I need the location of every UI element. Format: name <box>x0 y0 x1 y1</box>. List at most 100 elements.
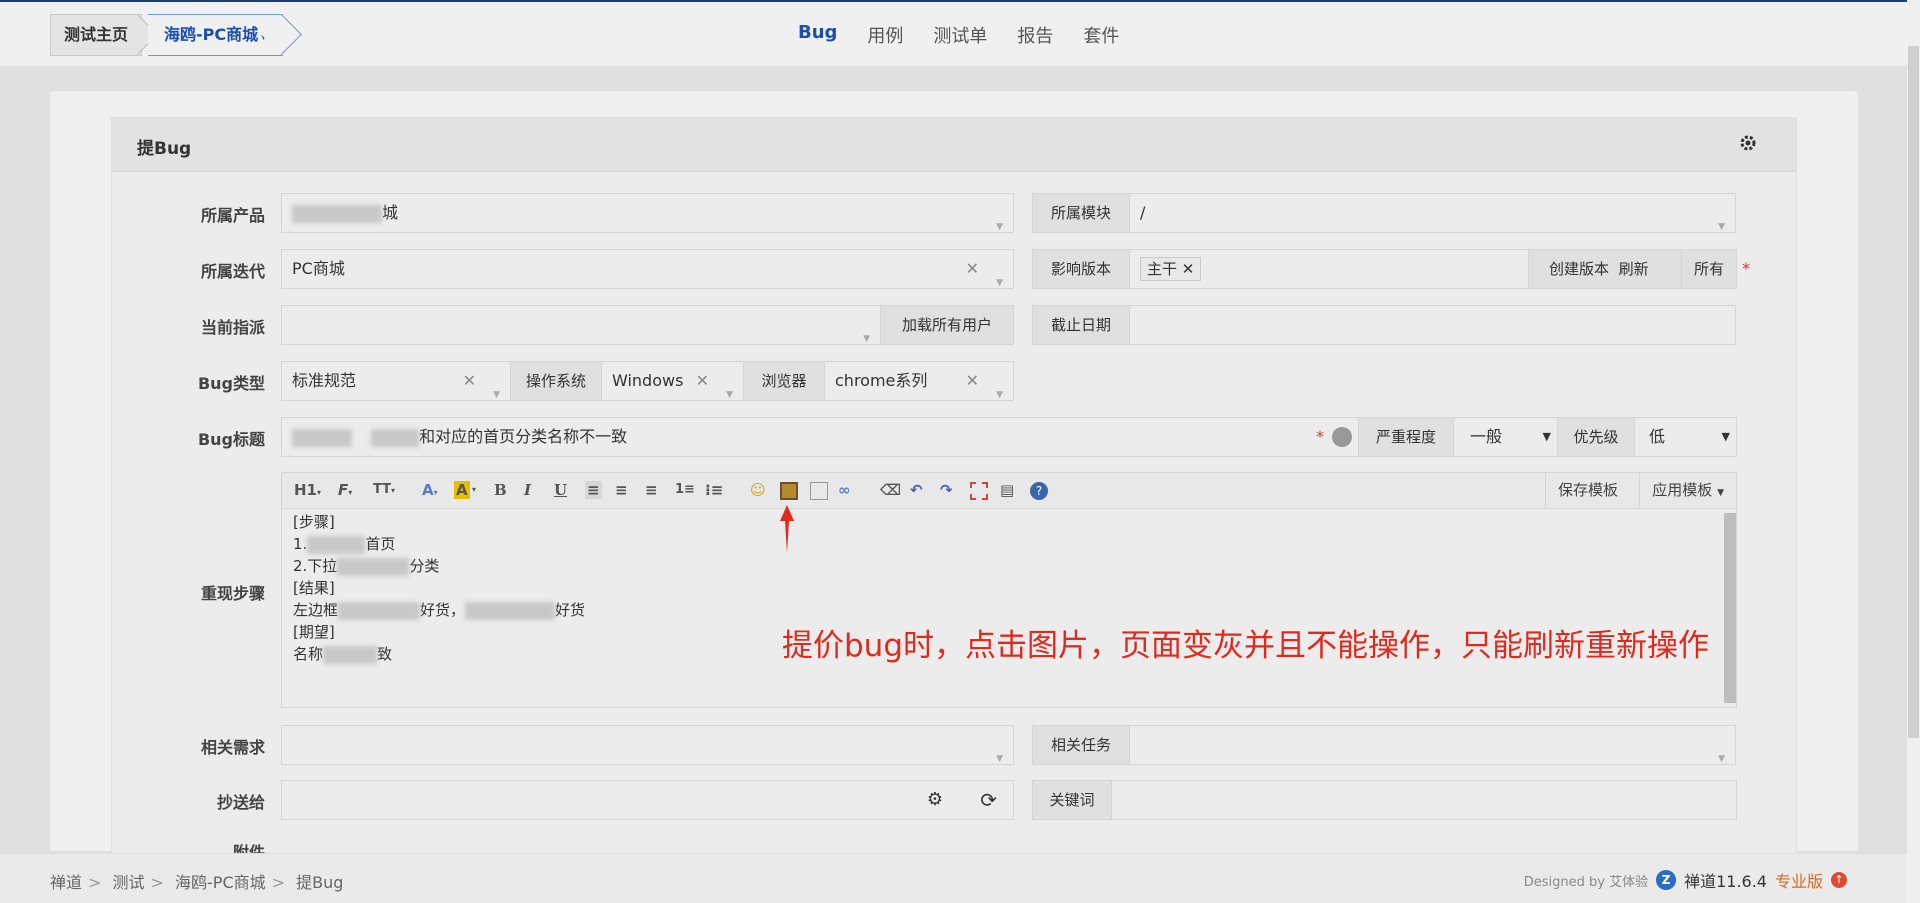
all-versions-button[interactable]: 所有 <box>1681 249 1737 289</box>
redacted-text: x <box>338 601 421 620</box>
bold-icon[interactable]: B <box>494 481 507 499</box>
font-family-button[interactable]: F▾ <box>338 481 352 502</box>
nav-suite[interactable]: 套件 <box>1083 22 1119 48</box>
editor-line: 1.x首页 <box>293 533 585 555</box>
fullscreen-icon[interactable] <box>970 482 988 500</box>
breadcrumb-home[interactable]: 测试主页 <box>50 14 142 56</box>
palette-icon[interactable] <box>1332 427 1352 447</box>
deadline-input[interactable] <box>1129 305 1736 345</box>
severity-value: 一般 <box>1470 427 1503 446</box>
editor-text: 首页 <box>365 535 396 553</box>
paste-icon[interactable]: ▤ <box>1000 481 1014 499</box>
steps-label: 重现步骤 <box>200 584 265 603</box>
editor-scrollbar[interactable] <box>1724 513 1736 703</box>
undo-icon[interactable]: ↶ <box>910 481 923 499</box>
designed-by[interactable]: Designed by 艾体验 <box>1524 871 1648 890</box>
highlight-icon[interactable]: A <box>454 481 470 499</box>
browser-select[interactable]: chrome系列 ✕ ▼ <box>824 361 1014 401</box>
keywords-input[interactable] <box>1111 780 1737 820</box>
align-right-icon[interactable]: ≡ <box>645 481 658 499</box>
eraser-icon[interactable]: ⌫ <box>880 481 901 499</box>
gear-icon[interactable] <box>1738 133 1760 155</box>
chevron-down-icon: ▼ <box>1542 430 1551 443</box>
help-icon[interactable]: ? <box>1030 482 1048 500</box>
editor-line: [步骤] <box>293 513 335 531</box>
bugtype-select[interactable]: 标准规范 ✕ ▼ <box>281 361 511 401</box>
priority-select[interactable]: 低 ▼ <box>1634 417 1737 457</box>
editor-toolbar: H1▾ F▾ TT▾ A▾ A ▾ B I U ≡ ≡ ≡ 1≡ ⁝≡ ☺ ∞ ⌫… <box>282 473 1736 509</box>
flash-icon[interactable] <box>810 482 828 500</box>
editor-text: 致 <box>377 645 393 663</box>
close-icon[interactable]: ✕ <box>1182 260 1195 278</box>
heading-button[interactable]: H1▾ <box>294 481 321 502</box>
load-all-users-button[interactable]: 加载所有用户 <box>880 305 1014 345</box>
close-icon[interactable]: ✕ <box>966 250 979 288</box>
priority-value: 低 <box>1649 427 1666 446</box>
edition-badge[interactable]: 专业版 <box>1775 868 1823 892</box>
apply-template-button[interactable]: 应用模板 ▼ <box>1639 473 1736 508</box>
related-task-select[interactable]: ▼ <box>1129 725 1736 765</box>
ordered-list-icon[interactable]: 1≡ <box>675 481 695 499</box>
gear-icon[interactable]: ⚙ <box>927 781 943 819</box>
required-marker: * <box>1742 259 1750 278</box>
editor-text: 2.下拉 <box>293 557 338 575</box>
product-select[interactable]: x城 ▼ <box>281 193 1014 233</box>
upgrade-icon[interactable]: ↑ <box>1831 872 1847 888</box>
panel-header: 提Bug <box>112 118 1796 172</box>
italic-icon[interactable]: I <box>524 481 531 499</box>
editor-line: [期望] <box>293 623 335 641</box>
redo-icon[interactable]: ↷ <box>940 481 953 499</box>
create-version-button[interactable]: 创建版本 <box>1549 260 1609 278</box>
related-task-label: 相关任务 <box>1032 725 1130 765</box>
font-size-button[interactable]: TT▾ <box>373 481 395 500</box>
heading-label: H1 <box>294 481 317 499</box>
nav-report[interactable]: 报告 <box>1017 22 1053 48</box>
font-label: F <box>338 481 349 499</box>
chevron-down-icon: ▼ <box>1717 488 1724 498</box>
close-icon[interactable]: ✕ <box>966 362 979 400</box>
version-select[interactable]: 主干 ✕ <box>1129 249 1529 289</box>
emoji-icon[interactable]: ☺ <box>750 481 766 499</box>
align-center-icon[interactable]: ≡ <box>615 481 628 499</box>
footer: 禅道 > 测试 > 海鸥-PC商城 > 提Bug Designed by 艾体验 Z … <box>0 853 1907 903</box>
page-scrollbar[interactable] <box>1907 0 1920 903</box>
footer-crumb-test[interactable]: 测试 <box>113 873 145 892</box>
browser-value: chrome系列 <box>835 371 928 390</box>
nav-bug[interactable]: Bug <box>798 22 837 48</box>
footer-crumb-product[interactable]: 海鸥-PC商城 <box>175 873 266 892</box>
align-left-icon[interactable]: ≡ <box>585 481 602 499</box>
editor-content[interactable]: [步骤] 1.x首页 2.下拉x分类 [结果] 左边框x好货，x好货 [期望] … <box>293 511 585 665</box>
zentao-version[interactable]: 禅道11.6.4 <box>1684 868 1767 892</box>
image-icon[interactable] <box>780 482 798 500</box>
footer-crumb-zentao[interactable]: 禅道 <box>50 873 82 892</box>
refresh-button[interactable]: 刷新 <box>1619 260 1649 278</box>
os-select[interactable]: Windows ✕ ▼ <box>601 361 744 401</box>
steps-editor[interactable]: H1▾ F▾ TT▾ A▾ A ▾ B I U ≡ ≡ ≡ 1≡ ⁝≡ ☺ ∞ ⌫… <box>281 472 1737 708</box>
unordered-list-icon[interactable]: ⁝≡ <box>705 481 723 499</box>
underline-icon[interactable]: U <box>554 481 567 499</box>
page-scrollbar-thumb[interactable] <box>1908 46 1919 738</box>
nav-cases[interactable]: 用例 <box>867 22 903 48</box>
assign-select[interactable]: ▼ <box>281 305 881 345</box>
chevron-down-icon: ▼ <box>726 390 733 400</box>
chevron-down-icon: ▼ <box>493 390 500 400</box>
refresh-icon[interactable]: ⟳ <box>980 781 997 819</box>
priority-label: 优先级 <box>1557 417 1635 457</box>
iteration-select[interactable]: PC商城 ✕ ▼ <box>281 249 1014 289</box>
chevron-down-icon: ▼ <box>996 390 1003 400</box>
severity-select[interactable]: 一般 ▼ <box>1453 417 1558 457</box>
save-template-button[interactable]: 保存模板 <box>1544 473 1630 508</box>
editor-text: 好货 <box>555 601 586 619</box>
product-switcher[interactable]: 海鸥-PC商城 ▾ <box>148 14 283 56</box>
font-color-icon[interactable]: A▾ <box>422 481 438 502</box>
redacted-text: x <box>465 601 556 620</box>
cc-select[interactable]: ⚙ ⟳ <box>281 780 1014 820</box>
module-select[interactable]: / ▼ <box>1129 193 1736 233</box>
close-icon[interactable]: ✕ <box>696 362 709 400</box>
bug-title-input[interactable]: x x和对应的首页分类名称不一致 * <box>281 417 1359 457</box>
related-req-select[interactable]: ▼ <box>281 725 1014 765</box>
nav-testtask[interactable]: 测试单 <box>933 22 987 48</box>
link-icon[interactable]: ∞ <box>838 481 851 499</box>
close-icon[interactable]: ✕ <box>463 362 476 400</box>
panel-title: 提Bug <box>137 139 192 159</box>
